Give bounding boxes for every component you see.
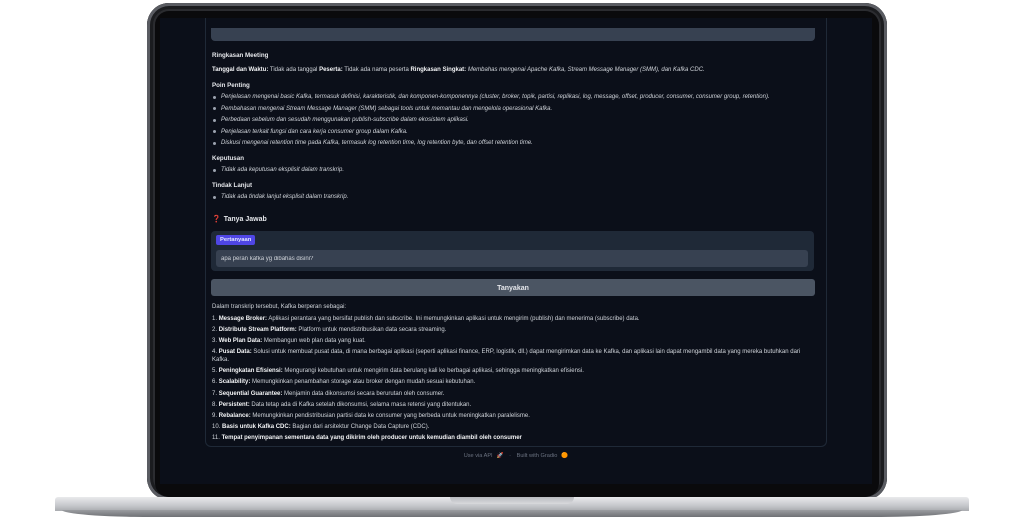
- answer-term: Distribute Stream Platform:: [218, 327, 297, 334]
- answer-row: 7. Sequential Guarantee: Menjamin data d…: [212, 390, 812, 398]
- list-item: Tidak ada keputusan eksplisit dalam tran…: [212, 166, 812, 174]
- answer-number: 7.: [212, 390, 218, 397]
- participants-value: Tidak ada nama peserta: [342, 67, 411, 73]
- list-item: Pembahasan mengenai Stream Message Manag…: [212, 105, 812, 113]
- transcript-box[interactable]: [211, 28, 815, 41]
- list-item: Penjelasan terkait fungsi dan cara kerja…: [212, 128, 812, 136]
- footer: Use via API 🚀 · Built with Gradio 🟠: [160, 453, 872, 459]
- answer-number: 1.: [212, 316, 218, 322]
- decisions-heading: Keputusan: [212, 155, 244, 162]
- rocket-icon: 🚀: [496, 453, 504, 459]
- list-item: Penjelasan mengenai basic Kafka, termasu…: [212, 93, 812, 101]
- laptop-notch: [450, 497, 574, 504]
- laptop-base-bottom: [62, 510, 962, 517]
- question-mark-icon: ❓: [212, 216, 221, 223]
- answer-number: 8.: [212, 401, 218, 408]
- answer-number: 3.: [212, 338, 218, 345]
- qa-title: ❓ Tanya Jawab: [212, 215, 267, 223]
- gradio-logo-icon: 🟠: [561, 453, 569, 459]
- answer-term: Message Broker:: [218, 316, 268, 322]
- answer-number: 10.: [212, 423, 221, 430]
- decisions-list: Tidak ada keputusan eksplisit dalam tran…: [212, 166, 812, 174]
- footer-separator: ·: [509, 453, 512, 459]
- list-item: Perbedaan sebelum dan sesudah menggunaka…: [212, 116, 812, 124]
- key-points-list: Penjelasan mengenai basic Kafka, termasu…: [212, 93, 812, 147]
- answer-number: 5.: [212, 368, 218, 375]
- short-summary-value: Membahas mengenai Apache Kafka, Stream M…: [466, 67, 705, 73]
- app-screen: Ringkasan Meeting Tanggal dan Waktu: Tid…: [160, 18, 872, 484]
- answer-row: 3. Web Plan Data: Membangun web plan dat…: [212, 337, 812, 345]
- key-points-heading: Poin Penting: [212, 82, 250, 89]
- answer-term: Pusat Data:: [218, 349, 252, 356]
- answer-number: 11.: [212, 434, 220, 441]
- answer-number: 2.: [212, 327, 218, 334]
- answer-number: 9.: [212, 412, 218, 419]
- answer-term: Sequential Guarantee:: [218, 390, 283, 397]
- answer-intro: Dalam transkrip tersebut, Kafka berperan…: [212, 304, 347, 310]
- date-value: Tidak ada tanggal: [268, 67, 320, 73]
- list-item: Diskusi mengenai retention time pada Kaf…: [212, 139, 812, 147]
- answer-output: Dalam transkrip tersebut, Kafka berperan…: [212, 303, 812, 445]
- answer-desc: Solusi untuk membuat pusat data, di mana…: [212, 349, 801, 364]
- answer-desc: Aplikasi perantara yang bersifat publish…: [267, 316, 640, 322]
- answer-term: Rebalance:: [218, 412, 251, 419]
- answer-row: 2. Distribute Stream Platform: Platform …: [212, 326, 812, 334]
- answer-row: 5. Peningkatan Efisiensi: Mengurangi keb…: [212, 367, 812, 375]
- answer-desc: Platform untuk mendistribusikan data sec…: [296, 327, 447, 334]
- answer-desc: Memungkinkan pendistribusian partisi dat…: [250, 412, 530, 419]
- answer-desc: Menjamin data dikonsumsi secara beruruta…: [282, 390, 445, 397]
- ask-button[interactable]: Tanyakan: [211, 279, 815, 296]
- meeting-summary: Ringkasan Meeting Tanggal dan Waktu: Tid…: [212, 52, 812, 209]
- qa-title-text: Tanya Jawab: [223, 216, 267, 223]
- answer-desc: Data tetap ada di Kafka setelah dikonsum…: [249, 401, 472, 408]
- answer-term: Basis untuk Kafka CDC:: [222, 423, 291, 430]
- built-with-gradio-link[interactable]: Built with Gradio: [517, 453, 558, 459]
- question-label: Pertanyaan: [216, 235, 256, 245]
- answer-term: Web Plan Data:: [218, 338, 263, 345]
- answer-desc: Memungkinkan penambahan storage atau bro…: [250, 379, 476, 386]
- answer-desc: Bagian dari arsitektur Change Data Captu…: [290, 423, 430, 430]
- answer-term: Tempat penyimpanan sementara data yang d…: [221, 434, 522, 441]
- question-input[interactable]: [216, 250, 808, 267]
- answer-row: 9. Rebalance: Memungkinkan pendistribusi…: [212, 412, 812, 420]
- summary-heading: Ringkasan Meeting: [212, 52, 269, 59]
- laptop-mockup: Ringkasan Meeting Tanggal dan Waktu: Tid…: [0, 0, 1024, 524]
- followup-list: Tidak ada tindak lanjut eksplisit dalam …: [212, 193, 812, 201]
- short-summary-label: Ringkasan Singkat:: [410, 67, 467, 73]
- answer-row: 10. Basis untuk Kafka CDC: Bagian dari a…: [212, 423, 812, 431]
- answer-term: Scalability:: [218, 379, 251, 386]
- answer-term: Persistent:: [218, 401, 250, 408]
- answer-desc: Mengurangi kebutuhan untuk mengirim data…: [282, 368, 584, 375]
- answer-row: 4. Pusat Data: Solusi untuk membuat pusa…: [212, 348, 812, 364]
- followup-heading: Tindak Lanjut: [212, 182, 253, 189]
- answer-desc: Membangun web plan data yang kuat.: [262, 338, 366, 345]
- answer-row: 8. Persistent: Data tetap ada di Kafka s…: [212, 401, 812, 409]
- answer-row: 1. Message Broker: Aplikasi perantara ya…: [212, 315, 812, 323]
- answer-number: 6.: [212, 379, 218, 386]
- summary-meta: Tanggal dan Waktu: Tidak ada tanggal Pes…: [212, 66, 812, 74]
- answer-row: 6. Scalability: Memungkinkan penambahan …: [212, 378, 812, 386]
- answer-row: 11. Tempat penyimpanan sementara data ya…: [212, 434, 812, 442]
- answer-number: 4.: [212, 349, 218, 356]
- participants-label: Peserta:: [319, 67, 343, 73]
- answer-term: Peningkatan Efisiensi:: [218, 368, 283, 375]
- use-via-api-link[interactable]: Use via API: [464, 453, 493, 459]
- list-item: Tidak ada tindak lanjut eksplisit dalam …: [212, 193, 812, 201]
- date-label: Tanggal dan Waktu:: [212, 67, 269, 73]
